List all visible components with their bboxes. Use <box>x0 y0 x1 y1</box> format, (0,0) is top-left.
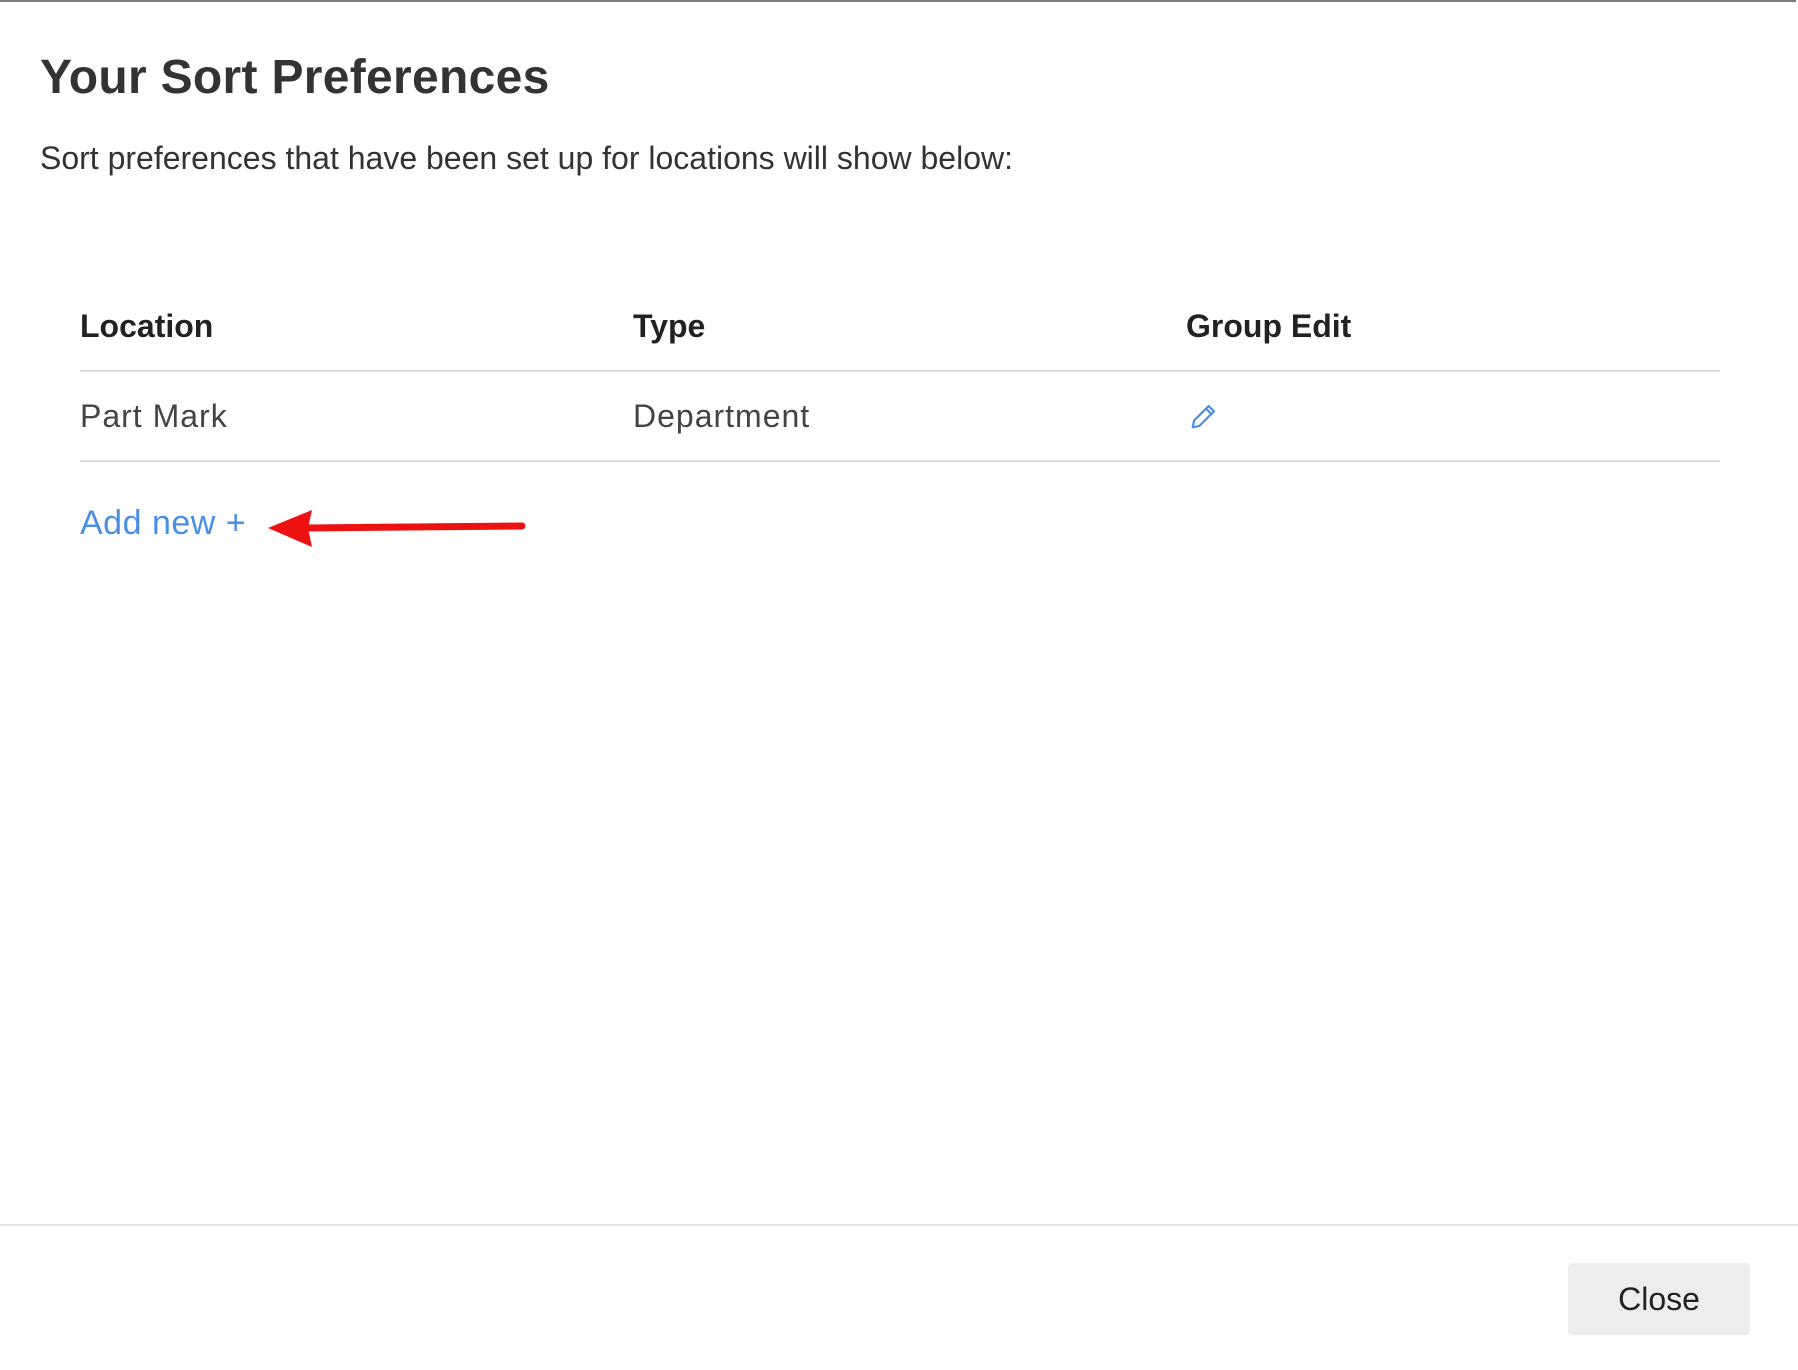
pencil-icon[interactable] <box>1186 398 1222 434</box>
annotation-arrow-icon <box>268 510 526 547</box>
table-header-row: Location Type Group Edit <box>80 282 1720 372</box>
row-edit-cell <box>1186 372 1222 460</box>
group-edit-link[interactable]: Group Edit <box>1186 282 1351 370</box>
sort-preferences-table: Location Type Group Edit Part Mark Depar… <box>80 282 1720 462</box>
close-button[interactable]: Close <box>1568 1263 1750 1335</box>
row-location: Part Mark <box>80 397 228 434</box>
add-new-link[interactable]: Add new + <box>80 504 246 543</box>
footer-divider <box>0 1224 1798 1226</box>
column-header-location: Location <box>80 307 214 344</box>
column-header-type: Type <box>633 307 706 344</box>
dialog-title: Your Sort Preferences <box>40 51 550 104</box>
sort-preferences-dialog: Your Sort Preferences Sort preferences t… <box>0 0 1798 1368</box>
table-row: Part Mark Department <box>80 372 1720 462</box>
dialog-subtitle: Sort preferences that have been set up f… <box>40 140 1013 176</box>
row-type: Department <box>633 397 811 434</box>
